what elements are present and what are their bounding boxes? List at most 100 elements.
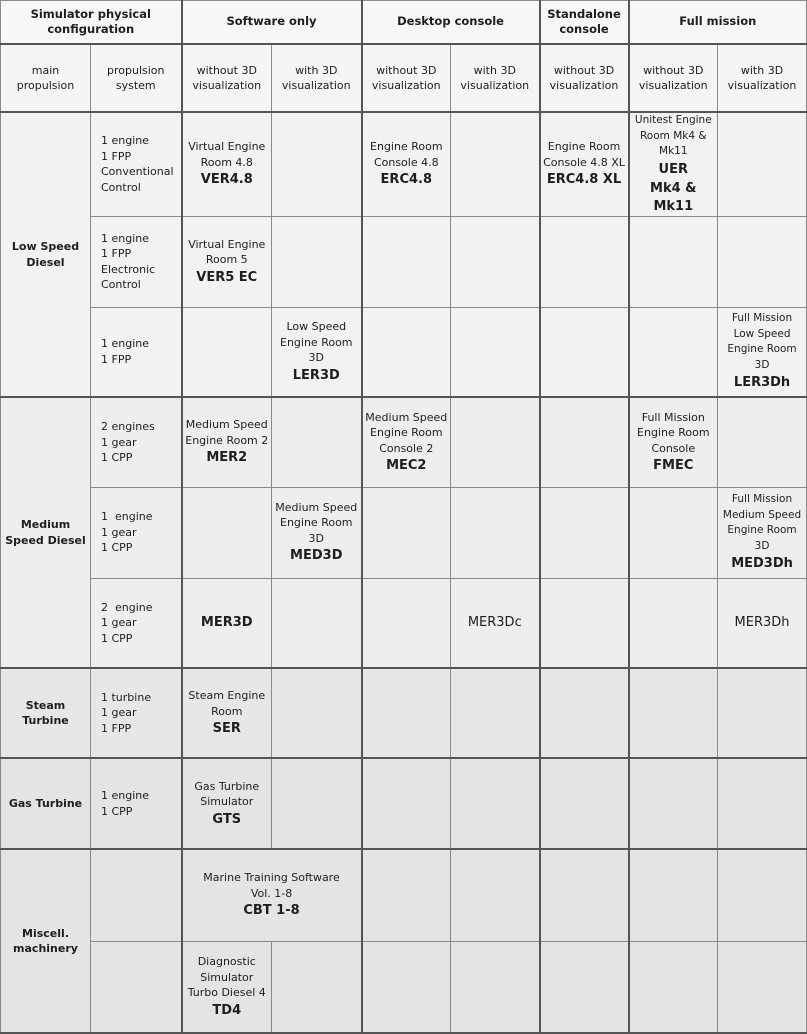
empty-cell — [361, 577, 452, 669]
empty-cell — [628, 667, 719, 759]
propulsion-line: 1 engine — [101, 231, 150, 245]
product-code: MED3Dh — [731, 556, 793, 571]
propulsion-line: 1 gear — [101, 616, 137, 629]
empty-cell — [539, 486, 630, 579]
main-propulsion-medium-speed-diesel: Medium Speed Diesel — [0, 396, 91, 669]
subheader-desktop-with-3d: with 3D visualization — [450, 43, 541, 113]
propulsion-line: 1 engine — [101, 789, 150, 802]
propulsion-system-cell: 2 engines 1 gear 1 CPP — [89, 396, 183, 488]
product-description: Gas Turbine Simulator — [194, 779, 260, 809]
propulsion-line: Conventional — [101, 165, 174, 179]
product-description: Full Mission Medium Speed Engine Room 3D — [722, 493, 802, 552]
propulsion-line: 1 gear — [101, 435, 137, 449]
empty-cell — [628, 848, 719, 942]
propulsion-line: 1 FPP — [101, 247, 132, 260]
product-cell-cbt: Marine Training Software Vol. 1-8 CBT 1-… — [181, 848, 363, 942]
table-row: Gas Turbine 1 engine 1 CPP Gas Turbine S… — [0, 757, 807, 850]
group-header-software-only: Software only — [181, 0, 363, 45]
propulsion-line: 2 engine — [101, 600, 153, 614]
empty-cell — [717, 396, 807, 488]
product-code: VER5 EC — [196, 269, 258, 285]
empty-cell — [450, 396, 541, 488]
propulsion-system-cell: 1 engine 1 CPP — [89, 757, 183, 850]
simulator-configuration-table: Simulator physical configuration Softwar… — [0, 0, 807, 1034]
empty-cell — [361, 848, 452, 942]
main-propulsion-steam-turbine: Steam Turbine — [0, 667, 91, 759]
product-description: Virtual Engine Room 4.8 — [188, 140, 266, 169]
product-cell-med3dh: Full Mission Medium Speed Engine Room 3D… — [717, 486, 807, 579]
propulsion-system-cell: 1 engine 1 FPP Conventional Control — [89, 111, 183, 217]
table-row: Medium Speed Diesel 2 engines 1 gear 1 C… — [0, 396, 807, 669]
empty-cell — [717, 215, 807, 308]
product-cell-ler3d: Low Speed Engine Room 3D LER3D — [271, 306, 363, 398]
empty-cell — [450, 848, 541, 942]
empty-cell — [361, 486, 452, 579]
empty-cell — [271, 940, 363, 1034]
product-code: TD4 — [212, 1002, 242, 1018]
product-cell-gts: Gas Turbine Simulator GTS — [181, 757, 273, 850]
propulsion-line: 1 FPP — [101, 721, 132, 735]
empty-cell — [628, 486, 719, 579]
product-description: Low Speed Engine Room 3D — [280, 320, 353, 364]
product-cell-ver48: Virtual Engine Room 4.8 VER4.8 — [181, 111, 273, 217]
propulsion-line: 1 engine — [101, 510, 153, 524]
empty-cell — [450, 215, 541, 308]
empty-cell — [628, 940, 719, 1034]
empty-cell — [450, 111, 541, 217]
product-code: GTS — [212, 811, 242, 827]
product-cell-erc48: Engine Room Console 4.8 ERC4.8 — [361, 111, 452, 217]
product-description: Diagnostic Simulator Turbo Diesel 4 — [187, 955, 266, 999]
empty-cell — [271, 215, 363, 308]
subheader-propulsion-system: propulsion system — [89, 43, 183, 113]
empty-cell — [539, 306, 630, 398]
empty-cell — [717, 667, 807, 759]
propulsion-line: 1 FPP — [101, 352, 132, 366]
propulsion-line: 1 gear — [101, 525, 137, 539]
propulsion-system-cell: 1 engine 1 FPP — [89, 306, 183, 398]
empty-cell — [361, 757, 452, 850]
empty-cell — [539, 667, 630, 759]
propulsion-line: 1 engine — [101, 134, 150, 148]
product-description: Medium Speed Engine Room 2 — [185, 418, 269, 447]
empty-cell — [539, 577, 630, 669]
product-cell-mer2: Medium Speed Engine Room 2 MER2 — [181, 396, 273, 488]
empty-cell — [717, 848, 807, 942]
product-code: MEC2 — [386, 458, 427, 473]
propulsion-line: 1 gear — [101, 706, 137, 720]
table-row: 1 engine 1 FPP Electronic Control Virtua… — [1, 215, 807, 308]
product-code: LER3Dh — [733, 375, 791, 391]
empty-cell — [628, 215, 719, 308]
table-row: Low Speed Diesel 1 engine 1 FPP Conventi… — [0, 111, 807, 398]
table-row: 1 engine 1 FPP Low Speed Engine Room 3D … — [1, 306, 807, 398]
product-code: SER — [212, 721, 241, 736]
empty-cell — [539, 396, 630, 488]
empty-cell — [361, 940, 452, 1034]
product-code: MER2 — [206, 450, 248, 466]
product-code: MER3Dh — [734, 615, 790, 631]
propulsion-line: Electronic — [101, 262, 156, 276]
propulsion-line: 1 CPP — [101, 451, 133, 464]
product-code: UER — [658, 161, 688, 177]
propulsion-line: 1 FPP — [101, 149, 132, 163]
product-code: VER4.8 — [200, 172, 253, 188]
empty-cell — [361, 215, 452, 308]
group-header-full-mission: Full mission — [628, 0, 807, 45]
empty-cell — [628, 757, 719, 850]
subheader-standalone-without-3d: without 3D visualization — [539, 43, 630, 113]
product-description: Medium Speed Engine Room 3D — [275, 500, 358, 545]
product-cell-fmec: Full Mission Engine Room Console FMEC — [628, 396, 719, 488]
empty-cell — [450, 940, 541, 1034]
propulsion-line: Control — [101, 278, 141, 291]
product-cell-mer3dh: MER3Dh — [717, 577, 807, 669]
empty-cell — [539, 215, 630, 308]
product-cell-mec2: Medium Speed Engine Room Console 2 MEC2 — [361, 396, 452, 488]
empty-cell — [271, 111, 363, 217]
product-cell-erc48xl: Engine Room Console 4.8 XL ERC4.8 XL — [539, 111, 630, 217]
subheader-main-propulsion: main propulsion — [0, 43, 91, 113]
product-code: ERC4.8 XL — [546, 172, 622, 188]
main-propulsion-miscellaneous: Miscell. machinery — [0, 848, 91, 1034]
empty-cell — [539, 757, 630, 850]
product-cell-ler3dh: Full Mission Low Speed Engine Room 3D LE… — [717, 306, 807, 398]
empty-cell — [181, 306, 273, 398]
propulsion-line: 1 CPP — [101, 631, 133, 645]
